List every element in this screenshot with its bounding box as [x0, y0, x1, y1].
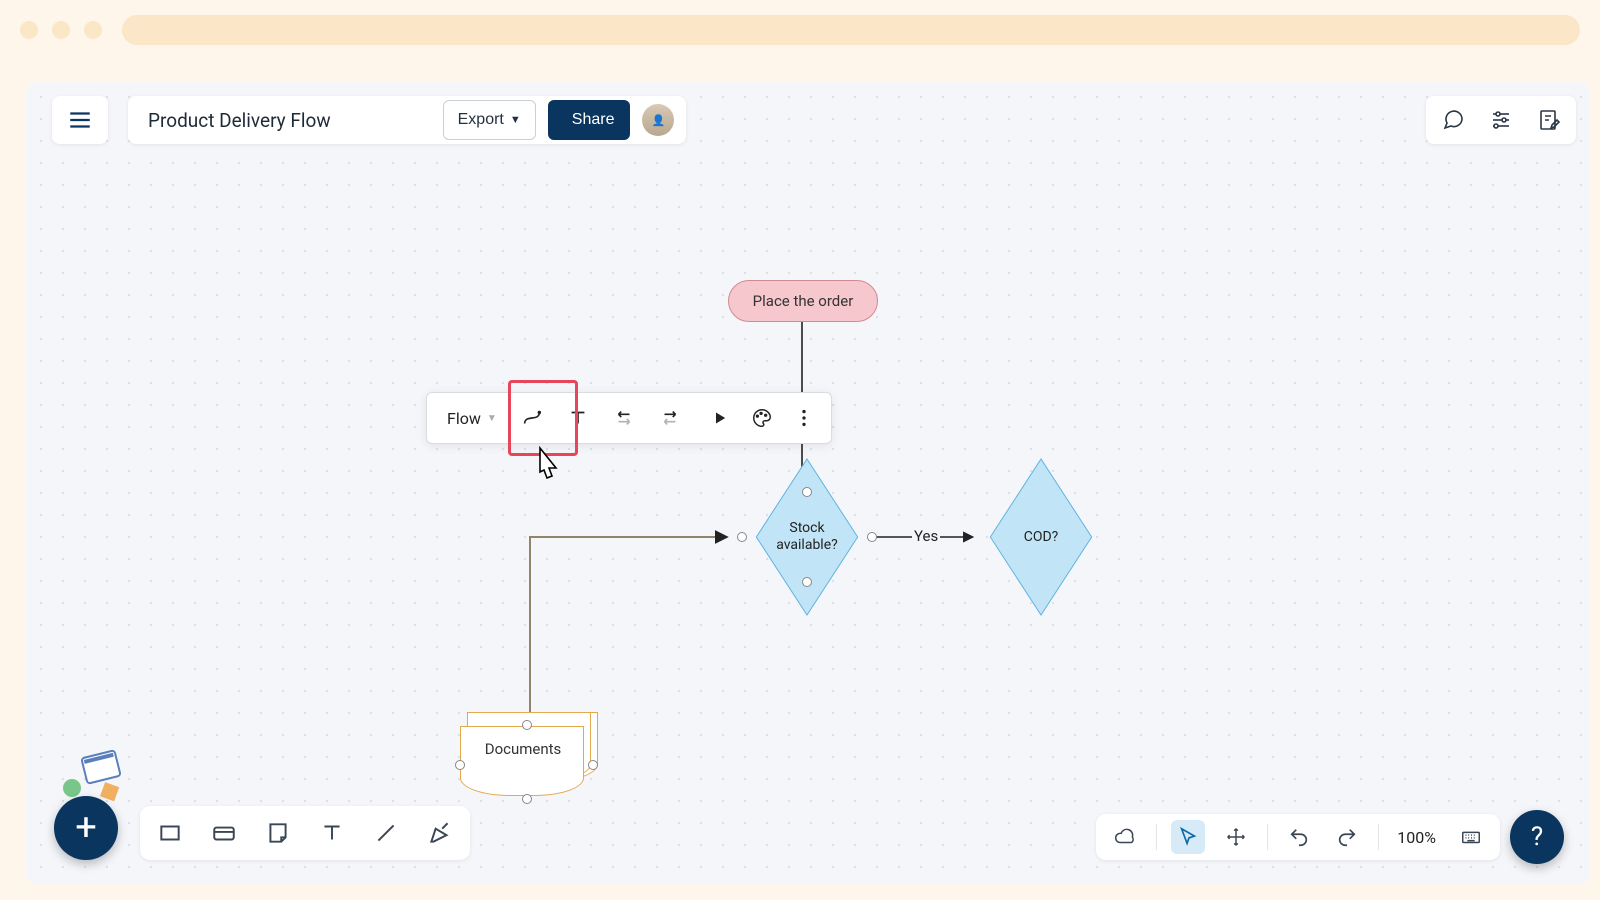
redo-icon [1336, 826, 1358, 848]
node-stock-decision[interactable]: Stock available? [742, 492, 872, 582]
rectangle-icon [157, 820, 183, 846]
connector-type-label: Flow [447, 409, 481, 428]
share-button-label: Share [572, 111, 615, 129]
undo-icon [1288, 826, 1310, 848]
card-icon [211, 820, 237, 846]
caret-down-icon: ▼ [487, 413, 497, 424]
node-place-order[interactable]: Place the order [728, 280, 878, 322]
handle-bottom[interactable] [522, 794, 532, 804]
connector-curve-button[interactable] [511, 398, 553, 438]
separator [1156, 824, 1157, 850]
line-tool[interactable] [368, 815, 404, 851]
bottom-left-tools: + [54, 796, 470, 860]
arrowhead-icon [705, 407, 727, 429]
cursor-icon [1177, 826, 1199, 848]
keyboard-button[interactable] [1454, 820, 1488, 854]
sync-button[interactable] [1108, 820, 1142, 854]
handle-right[interactable] [867, 532, 877, 542]
node-label: Stock available? [776, 520, 838, 554]
cursor-pointer-icon [526, 444, 576, 504]
palette-icon [751, 407, 773, 429]
traffic-light-close [20, 21, 38, 39]
menu-button[interactable] [52, 96, 108, 144]
connector-swap-left-button[interactable] [603, 398, 645, 438]
arrows-left-icon [613, 407, 635, 429]
export-button-label: Export [458, 111, 504, 129]
handle-top[interactable] [802, 487, 812, 497]
undo-button[interactable] [1282, 820, 1316, 854]
notes-button[interactable] [1532, 103, 1566, 137]
handle-bottom[interactable] [802, 577, 812, 587]
zoom-level[interactable]: 100% [1393, 828, 1440, 847]
redo-button[interactable] [1330, 820, 1364, 854]
caret-down-icon: ▼ [510, 114, 521, 126]
document-title[interactable]: Product Delivery Flow [148, 109, 331, 132]
connector-swap-right-button[interactable] [649, 398, 691, 438]
connector-type-dropdown[interactable]: Flow ▼ [437, 398, 507, 438]
comments-button[interactable] [1436, 103, 1470, 137]
node-label: Documents [460, 740, 586, 758]
text-icon [567, 407, 589, 429]
connector-style-button[interactable] [741, 398, 783, 438]
keyboard-icon [1460, 826, 1482, 848]
arrows-right-icon [659, 407, 681, 429]
browser-chrome [0, 0, 1600, 60]
node-documents[interactable]: Documents [460, 712, 600, 802]
move-icon [1225, 826, 1247, 848]
pen-icon [427, 820, 453, 846]
pen-tool[interactable] [422, 815, 458, 851]
text-tool[interactable] [314, 815, 350, 851]
share-button[interactable]: Share [548, 100, 631, 140]
curve-icon [521, 407, 543, 429]
app-canvas[interactable]: Product Delivery Flow Export ▼ Share 👤 [26, 82, 1590, 884]
traffic-light-max [84, 21, 102, 39]
settings-button[interactable] [1484, 103, 1518, 137]
export-button[interactable]: Export ▼ [443, 100, 536, 140]
help-icon: ? [1531, 822, 1543, 852]
address-bar [122, 15, 1580, 45]
sticky-icon [265, 820, 291, 846]
right-toolbar [1426, 96, 1576, 144]
handle-top[interactable] [522, 720, 532, 730]
connector-more-button[interactable] [787, 398, 821, 438]
handle-left[interactable] [455, 760, 465, 770]
help-button[interactable]: ? [1510, 810, 1564, 864]
hamburger-icon [67, 107, 93, 133]
doc-layer-front [460, 726, 584, 796]
node-cod-decision[interactable]: COD? [976, 492, 1106, 582]
more-vertical-icon [793, 407, 815, 429]
edge-label-yes[interactable]: Yes [912, 527, 940, 545]
sticky-tool[interactable] [260, 815, 296, 851]
handle-right[interactable] [588, 760, 598, 770]
rectangle-tool[interactable] [152, 815, 188, 851]
select-tool[interactable] [1171, 820, 1205, 854]
separator [1378, 824, 1379, 850]
text-icon [319, 820, 345, 846]
traffic-light-min [52, 21, 70, 39]
edit-note-icon [1537, 108, 1561, 132]
add-shape-button[interactable]: + [54, 796, 118, 860]
separator [1267, 824, 1268, 850]
bottom-right-bar: 100% [1096, 814, 1500, 860]
connector-text-button[interactable] [557, 398, 599, 438]
node-label: COD? [1024, 529, 1059, 546]
connector-arrowhead-button[interactable] [695, 398, 737, 438]
sliders-icon [1489, 108, 1513, 132]
connector-toolbar[interactable]: Flow ▼ [426, 392, 832, 444]
handle-left[interactable] [737, 532, 747, 542]
pan-tool[interactable] [1219, 820, 1253, 854]
chat-icon [1441, 108, 1465, 132]
header-bar: Product Delivery Flow Export ▼ Share 👤 [128, 96, 686, 144]
user-avatar[interactable]: 👤 [642, 104, 674, 136]
node-label: Place the order [753, 292, 854, 310]
shape-toolbar [140, 806, 470, 860]
cloud-icon [1114, 826, 1136, 848]
line-icon [373, 820, 399, 846]
card-tool[interactable] [206, 815, 242, 851]
